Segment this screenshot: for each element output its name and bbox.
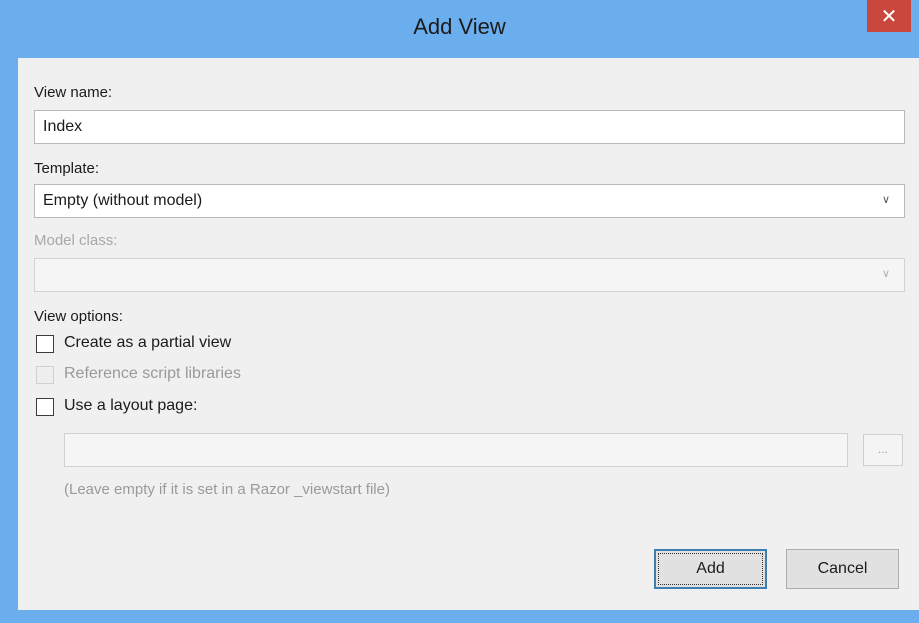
- template-label: Template:: [34, 160, 100, 177]
- chevron-down-icon[interactable]: ∨: [882, 194, 894, 206]
- model-class-select[interactable]: ∨: [34, 258, 905, 292]
- create-partial-label[interactable]: Create as a partial view: [64, 334, 231, 352]
- title-bar[interactable]: Add View ✕: [0, 0, 919, 58]
- use-layout-label[interactable]: Use a layout page:: [64, 397, 197, 415]
- add-view-dialog: Add View ✕ View name: Index Template: Em…: [0, 0, 919, 623]
- create-partial-checkbox[interactable]: [36, 335, 54, 353]
- reference-scripts-label[interactable]: Reference script libraries: [64, 365, 241, 383]
- close-icon: ✕: [880, 5, 898, 28]
- reference-scripts-checkbox[interactable]: [36, 366, 54, 384]
- use-layout-checkbox[interactable]: [36, 398, 54, 416]
- add-button[interactable]: Add: [654, 549, 767, 589]
- browse-layout-button[interactable]: ...: [863, 434, 903, 466]
- template-select[interactable]: Empty (without model) ∨: [34, 184, 905, 218]
- view-options-label: View options:: [34, 308, 123, 325]
- focus-rectangle: [658, 553, 763, 585]
- layout-hint-text: (Leave empty if it is set in a Razor _vi…: [64, 481, 390, 498]
- chevron-down-icon[interactable]: ∨: [882, 268, 894, 280]
- view-name-label: View name:: [34, 84, 113, 101]
- cancel-button-label: Cancel: [817, 560, 868, 577]
- view-name-input[interactable]: Index: [34, 110, 905, 144]
- ellipsis-icon: ...: [877, 442, 888, 456]
- cancel-button[interactable]: Cancel: [786, 549, 899, 589]
- view-name-value: Index: [43, 118, 83, 135]
- dialog-title: Add View: [413, 14, 506, 39]
- dialog-body: View name: Index Template: Empty (withou…: [18, 58, 919, 610]
- model-class-label: Model class:: [34, 232, 118, 249]
- template-value: Empty (without model): [43, 192, 203, 209]
- close-button[interactable]: ✕: [867, 0, 911, 32]
- layout-page-input[interactable]: [64, 433, 848, 467]
